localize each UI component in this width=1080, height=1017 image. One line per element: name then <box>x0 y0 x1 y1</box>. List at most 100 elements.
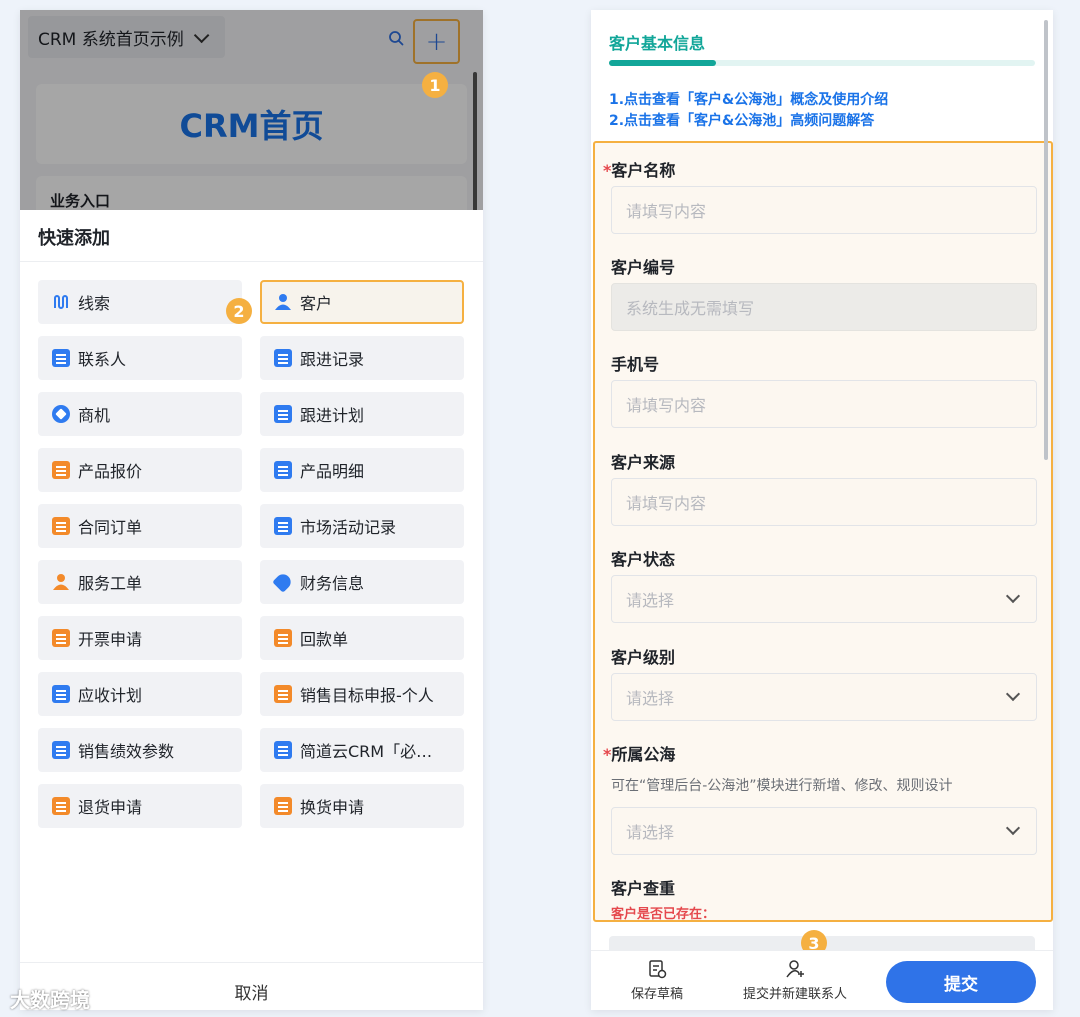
save-draft-button[interactable]: 保存草稿 <box>631 959 683 1002</box>
doc-icon <box>274 461 292 479</box>
placeholder: 请填写内容 <box>626 202 707 221</box>
contact-icon <box>52 349 70 367</box>
section-progress-fill <box>609 60 716 66</box>
right-phone-screen: 客户基本信息 1.点击查看「客户&公海池」概念及使用介绍 2.点击查看「客户&公… <box>591 10 1053 1010</box>
quick-add-label: 应收计划 <box>78 686 143 705</box>
followup-record-icon <box>274 349 292 367</box>
field-label-phone: 手机号 <box>611 355 660 374</box>
field-label-source: 客户来源 <box>611 453 676 472</box>
add-contact-icon <box>786 960 804 978</box>
quick-add-finance-info[interactable]: 财务信息 <box>260 560 464 604</box>
help-links: 1.点击查看「客户&公海池」概念及使用介绍 2.点击查看「客户&公海池」高频问题… <box>609 90 888 132</box>
target-icon <box>274 685 292 703</box>
chevron-down-icon <box>1005 588 1021 604</box>
quick-add-customer[interactable]: 客户 <box>260 280 464 324</box>
quick-add-label: 商机 <box>78 406 111 425</box>
quick-add-product-detail[interactable]: 产品明细 <box>260 448 464 492</box>
field-label-level: 客户级别 <box>611 648 676 667</box>
step-badge-1: 1 <box>422 72 448 98</box>
quick-add-jiandaoyun-crm[interactable]: 简道云CRM「必… <box>260 728 464 772</box>
status-select[interactable]: 请选择 <box>611 575 1037 623</box>
dup-check-warning: 客户是否已存在： <box>611 907 716 922</box>
quick-add-sheet: 快速添加 线索 客户 联系人 跟进记录 商机 跟进计划 产品报价 产品明细 合同… <box>20 210 483 1010</box>
placeholder: 请选择 <box>626 823 675 842</box>
quick-add-service-ticket[interactable]: 服务工单 <box>38 560 242 604</box>
quick-add-sales-performance[interactable]: 销售绩效参数 <box>38 728 242 772</box>
quick-add-label: 服务工单 <box>78 574 143 593</box>
quick-add-label: 换货申请 <box>300 798 365 817</box>
tag-icon <box>272 571 294 593</box>
quick-add-label: 财务信息 <box>300 574 365 593</box>
quick-add-contract[interactable]: 合同订单 <box>38 504 242 548</box>
phone-input[interactable]: 请填写内容 <box>611 380 1037 428</box>
field-label-customer-name: *客户名称 <box>603 157 675 181</box>
submit-button[interactable]: 提交 <box>886 961 1036 1003</box>
scrollbar[interactable] <box>1044 20 1048 460</box>
pool-select[interactable]: 请选择 <box>611 807 1037 855</box>
submit-new-contact-button[interactable]: 提交并新建联系人 <box>743 959 847 1002</box>
quick-add-label: 线索 <box>78 294 111 313</box>
quick-add-quote[interactable]: 产品报价 <box>38 448 242 492</box>
field-label-pool: *所属公海 <box>603 741 675 765</box>
quick-add-label: 产品明细 <box>300 462 365 481</box>
quick-add-exchange-request[interactable]: 换货申请 <box>260 784 464 828</box>
quick-add-followup-plan[interactable]: 跟进计划 <box>260 392 464 436</box>
draft-icon <box>649 960 667 979</box>
quick-add-campaign-record[interactable]: 市场活动记录 <box>260 504 464 548</box>
quick-add-label: 退货申请 <box>78 798 143 817</box>
field-label-text: 所属公海 <box>611 745 676 764</box>
receivable-icon <box>52 685 70 703</box>
field-label-status: 客户状态 <box>611 550 676 569</box>
quick-add-payment-receipt[interactable]: 回款单 <box>260 616 464 660</box>
quick-add-grid: 线索 客户 联系人 跟进记录 商机 跟进计划 产品报价 产品明细 合同订单 市场… <box>38 280 466 828</box>
quote-icon <box>52 461 70 479</box>
quick-add-followup-record[interactable]: 跟进记录 <box>260 336 464 380</box>
quick-add-invoice-request[interactable]: 开票申请 <box>38 616 242 660</box>
return-icon <box>52 797 70 815</box>
section-progress <box>609 60 1035 66</box>
level-select[interactable]: 请选择 <box>611 673 1037 721</box>
quick-add-receivable-plan[interactable]: 应收计划 <box>38 672 242 716</box>
lead-icon <box>54 295 68 309</box>
placeholder: 请选择 <box>626 689 675 708</box>
quick-add-label: 市场活动记录 <box>300 518 397 537</box>
placeholder: 请填写内容 <box>626 494 707 513</box>
customer-no-input: 系统生成无需填写 <box>611 283 1037 331</box>
source-input[interactable]: 请填写内容 <box>611 478 1037 526</box>
quick-add-label: 销售目标申报-个人 <box>300 686 434 705</box>
modal-dim-overlay[interactable] <box>20 10 483 220</box>
quick-add-label: 销售绩效参数 <box>78 742 175 761</box>
quick-add-label: 跟进记录 <box>300 350 365 369</box>
followup-plan-icon <box>274 405 292 423</box>
doc-icon <box>274 741 292 759</box>
field-label-text: 客户名称 <box>611 161 676 180</box>
chevron-down-icon <box>1005 686 1021 702</box>
opportunity-icon <box>52 405 70 423</box>
help-link-intro[interactable]: 1.点击查看「客户&公海池」概念及使用介绍 <box>609 90 888 111</box>
placeholder: 请选择 <box>626 591 675 610</box>
field-label-dup-check: 客户查重 <box>611 879 676 898</box>
quick-add-label: 开票申请 <box>78 630 143 649</box>
pool-hint: 可在“管理后台-公海池”模块进行新增、修改、规则设计 <box>611 778 953 794</box>
customer-name-input[interactable]: 请填写内容 <box>611 186 1037 234</box>
save-draft-label: 保存草稿 <box>631 987 684 1002</box>
help-link-faq[interactable]: 2.点击查看「客户&公海池」高频问题解答 <box>609 111 888 132</box>
quick-add-label: 合同订单 <box>78 518 143 537</box>
quick-add-contact[interactable]: 联系人 <box>38 336 242 380</box>
placeholder: 系统生成无需填写 <box>626 299 755 318</box>
quick-add-lead[interactable]: 线索 <box>38 280 242 324</box>
submit-new-contact-label: 提交并新建联系人 <box>743 987 848 1002</box>
exchange-icon <box>274 797 292 815</box>
step-badge-2: 2 <box>226 298 252 324</box>
quick-add-return-request[interactable]: 退货申请 <box>38 784 242 828</box>
invoice-icon <box>52 629 70 647</box>
doc-icon <box>52 741 70 759</box>
quick-add-label: 简道云CRM「必… <box>300 742 433 761</box>
quick-add-label: 客户 <box>300 294 333 313</box>
quick-add-opportunity[interactable]: 商机 <box>38 392 242 436</box>
form-bottom-bar: 保存草稿 提交并新建联系人 提交 <box>591 950 1053 1010</box>
quick-add-sales-target[interactable]: 销售目标申报-个人 <box>260 672 464 716</box>
service-icon <box>53 574 69 590</box>
watermark: 大数跨境 <box>10 988 90 1012</box>
doc-icon <box>274 517 292 535</box>
